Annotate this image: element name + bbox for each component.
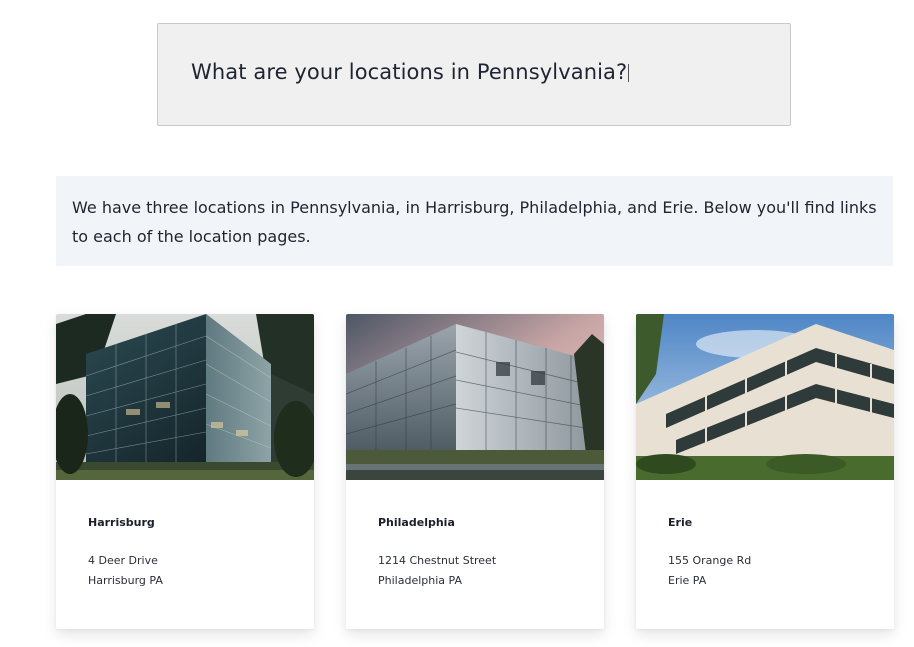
location-street: 1214 Chestnut Street — [378, 554, 497, 567]
white-office-building-photo — [636, 314, 894, 480]
location-card-philadelphia[interactable]: Philadelphia 1214 Chestnut Street Philad… — [346, 314, 604, 629]
location-details-harrisburg: Harrisburg 4 Deer Drive Harrisburg PA — [56, 516, 314, 591]
query-input[interactable]: What are your locations in Pennsylvania? — [157, 23, 791, 126]
query-value: What are your locations in Pennsylvania? — [191, 60, 628, 84]
location-address: 1214 Chestnut Street Philadelphia PA — [378, 551, 572, 591]
location-image-erie[interactable] — [636, 314, 894, 480]
location-city-state: Philadelphia PA — [378, 574, 462, 587]
location-card-harrisburg[interactable]: Harrisburg 4 Deer Drive Harrisburg PA — [56, 314, 314, 629]
location-street: 155 Orange Rd — [668, 554, 752, 567]
location-street: 4 Deer Drive — [88, 554, 158, 567]
location-card-erie[interactable]: Erie 155 Orange Rd Erie PA — [636, 314, 894, 629]
location-city-state: Erie PA — [668, 574, 707, 587]
glass-office-building-forest-photo — [56, 314, 314, 480]
location-city-state: Harrisburg PA — [88, 574, 163, 587]
location-name: Philadelphia — [378, 516, 455, 529]
location-image-harrisburg[interactable] — [56, 314, 314, 480]
answer-panel: We have three locations in Pennsylvania,… — [56, 176, 893, 266]
location-image-philadelphia[interactable] — [346, 314, 604, 480]
location-address: 155 Orange Rd Erie PA — [668, 551, 862, 591]
answer-text: We have three locations in Pennsylvania,… — [72, 198, 877, 246]
location-details-philadelphia: Philadelphia 1214 Chestnut Street Philad… — [346, 516, 604, 591]
location-name: Erie — [668, 516, 693, 529]
location-name: Harrisburg — [88, 516, 155, 529]
location-details-erie: Erie 155 Orange Rd Erie PA — [636, 516, 894, 591]
page: What are your locations in Pennsylvania?… — [0, 0, 914, 647]
text-caret — [628, 64, 630, 82]
query-text: What are your locations in Pennsylvania? — [191, 60, 630, 84]
location-address: 4 Deer Drive Harrisburg PA — [88, 551, 282, 591]
glass-office-building-sunset-photo — [346, 314, 604, 480]
